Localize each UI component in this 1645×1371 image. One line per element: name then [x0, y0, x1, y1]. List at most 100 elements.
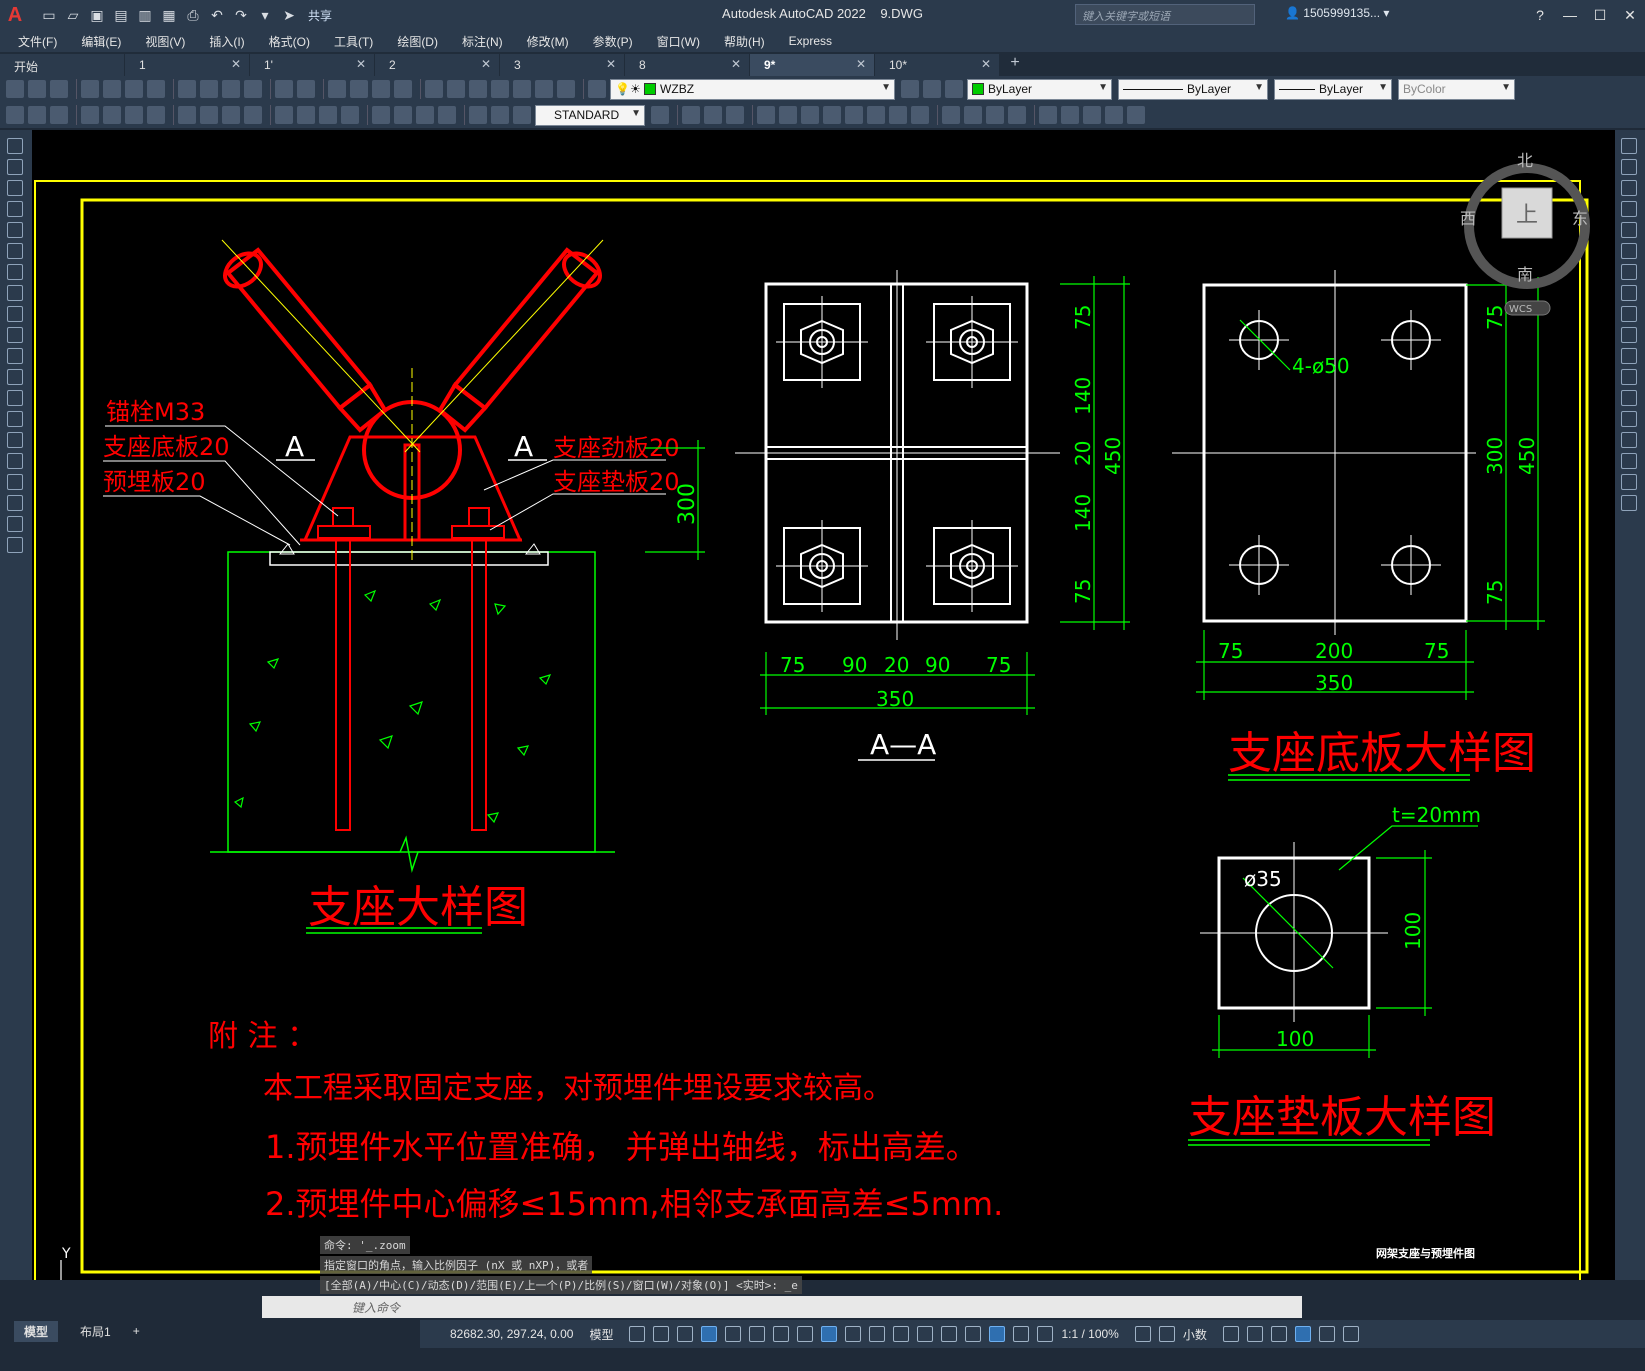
object-snap-tracking-icon[interactable]: [797, 1326, 814, 1342]
move-icon[interactable]: [1621, 243, 1637, 259]
zoom-previous-icon[interactable]: [394, 80, 412, 98]
coordinates-readout[interactable]: 82682.30, 297.24, 0.00: [450, 1327, 573, 1341]
center-mark-icon[interactable]: [394, 106, 412, 124]
save-icon[interactable]: [50, 80, 68, 98]
gizmo-icon[interactable]: [989, 1326, 1006, 1342]
sheet-set-icon[interactable]: [491, 80, 509, 98]
dim-aligned-icon[interactable]: [103, 106, 121, 124]
design-center-icon[interactable]: [447, 80, 465, 98]
offset-icon[interactable]: [1621, 201, 1637, 217]
close-tab-icon[interactable]: ✕: [481, 57, 491, 71]
polyline-icon[interactable]: [7, 180, 23, 196]
quick-properties-icon[interactable]: [1222, 1326, 1239, 1342]
grid-icon[interactable]: [629, 1326, 646, 1342]
share-icon[interactable]: ➤: [280, 6, 298, 24]
menu-item[interactable]: 标注(N): [462, 33, 503, 50]
dynamic-ucs-icon[interactable]: [941, 1326, 958, 1342]
viewcube-top[interactable]: 上: [1516, 203, 1538, 228]
lock-ui-icon[interactable]: [1246, 1326, 1263, 1342]
undo-icon[interactable]: ↶: [208, 6, 226, 24]
dynamic-input-icon[interactable]: [701, 1326, 718, 1342]
ortho-icon[interactable]: [725, 1326, 742, 1342]
add-selected-icon[interactable]: [7, 537, 23, 553]
close-tab-icon[interactable]: ✕: [981, 57, 991, 71]
dimstyle-icon[interactable]: [651, 106, 669, 124]
close-tab-icon[interactable]: ✕: [356, 57, 366, 71]
layer-iso-icon[interactable]: [50, 106, 68, 124]
viewcube-south[interactable]: 南: [1517, 265, 1533, 284]
mtext-icon[interactable]: [7, 516, 23, 532]
workspace-icon[interactable]: [6, 106, 24, 124]
layer-properties-icon[interactable]: [588, 80, 606, 98]
open-file-icon[interactable]: ▱: [64, 6, 82, 24]
doc-tab[interactable]: 3 ✕: [500, 54, 624, 76]
doc-tab[interactable]: 开始: [0, 54, 124, 76]
properties-icon[interactable]: [425, 80, 443, 98]
explode-icon[interactable]: [1621, 495, 1637, 511]
dim-baseline-icon[interactable]: [297, 106, 315, 124]
save-web-icon[interactable]: ▦: [160, 6, 178, 24]
modify-break-icon[interactable]: [942, 106, 960, 124]
modify-trim-icon[interactable]: [889, 106, 907, 124]
polar-tracking-icon[interactable]: [749, 1326, 766, 1342]
plot-icon[interactable]: ⎙: [184, 6, 202, 24]
user-account[interactable]: 👤 1505999135... ▾: [1285, 6, 1389, 20]
modify-hatch-icon[interactable]: [1127, 106, 1145, 124]
polygon-icon[interactable]: [7, 201, 23, 217]
close-icon[interactable]: ✕: [1615, 0, 1645, 30]
zoom-realtime-icon[interactable]: [350, 80, 368, 98]
transparency-icon[interactable]: [869, 1326, 886, 1342]
modify-array-icon[interactable]: [779, 106, 797, 124]
doc-tab[interactable]: 1 ✕: [125, 54, 249, 76]
modify-fillet-icon[interactable]: [1008, 106, 1026, 124]
copy-object-icon[interactable]: [1621, 159, 1637, 175]
dim-jogged-icon[interactable]: [200, 106, 218, 124]
help-icon[interactable]: [557, 80, 575, 98]
workspace-switch-icon[interactable]: [1134, 1326, 1151, 1342]
menu-item[interactable]: 参数(P): [593, 33, 633, 50]
redo-icon[interactable]: ↷: [232, 6, 250, 24]
break-at-point-icon[interactable]: [1621, 369, 1637, 385]
dim-edit-icon[interactable]: [469, 106, 487, 124]
hatch-icon[interactable]: [7, 432, 23, 448]
isolate-objects-icon[interactable]: [1270, 1326, 1287, 1342]
selection-cycling-icon[interactable]: [893, 1326, 910, 1342]
layer-dropdown[interactable]: 💡☀ WZBZ ▼: [610, 78, 895, 100]
share-button[interactable]: 共享: [308, 7, 332, 24]
auto-scale-icon[interactable]: [1037, 1326, 1054, 1342]
modify-scale-icon[interactable]: [845, 106, 863, 124]
save-icon[interactable]: ▣: [88, 6, 106, 24]
minimize-icon[interactable]: —: [1555, 0, 1585, 30]
infer-constraints-icon[interactable]: [677, 1326, 694, 1342]
menu-item[interactable]: 窗口(W): [657, 33, 700, 50]
layout-tab[interactable]: 模型: [14, 1320, 59, 1342]
new-tab-icon[interactable]: +: [1000, 54, 1030, 76]
dim-angular-icon[interactable]: [244, 106, 262, 124]
match-properties-icon[interactable]: [244, 80, 262, 98]
tool-palettes-icon[interactable]: [469, 80, 487, 98]
customize-icon[interactable]: ▾: [256, 6, 274, 24]
menu-item[interactable]: 插入(I): [209, 33, 244, 50]
new-file-icon[interactable]: ▭: [40, 6, 58, 24]
selection-filter-icon[interactable]: [965, 1326, 982, 1342]
copy-icon[interactable]: [200, 80, 218, 98]
modify-stretch-icon[interactable]: [867, 106, 885, 124]
jogged-linear-icon[interactable]: [438, 106, 456, 124]
break-icon[interactable]: [1621, 390, 1637, 406]
object-snap-icon[interactable]: [821, 1326, 838, 1342]
annotation-visibility-icon[interactable]: [1013, 1326, 1030, 1342]
close-tab-icon[interactable]: ✕: [231, 57, 241, 71]
line-icon[interactable]: [7, 138, 23, 154]
zoom-window-icon[interactable]: [372, 80, 390, 98]
modify-offset-icon[interactable]: [757, 106, 775, 124]
viewcube-west[interactable]: 西: [1460, 209, 1476, 228]
menu-item[interactable]: 帮助(H): [724, 33, 765, 50]
modify-extend-icon[interactable]: [911, 106, 929, 124]
stretch-icon[interactable]: [1621, 306, 1637, 322]
plotstyle-dropdown[interactable]: ByColor ▼: [1398, 78, 1515, 100]
join-icon[interactable]: [1621, 411, 1637, 427]
dim-ordinate-icon[interactable]: [147, 106, 165, 124]
construction-line-icon[interactable]: [7, 159, 23, 175]
modify-pedit-icon[interactable]: [1083, 106, 1101, 124]
layout-tab[interactable]: 布局1: [80, 1323, 111, 1340]
